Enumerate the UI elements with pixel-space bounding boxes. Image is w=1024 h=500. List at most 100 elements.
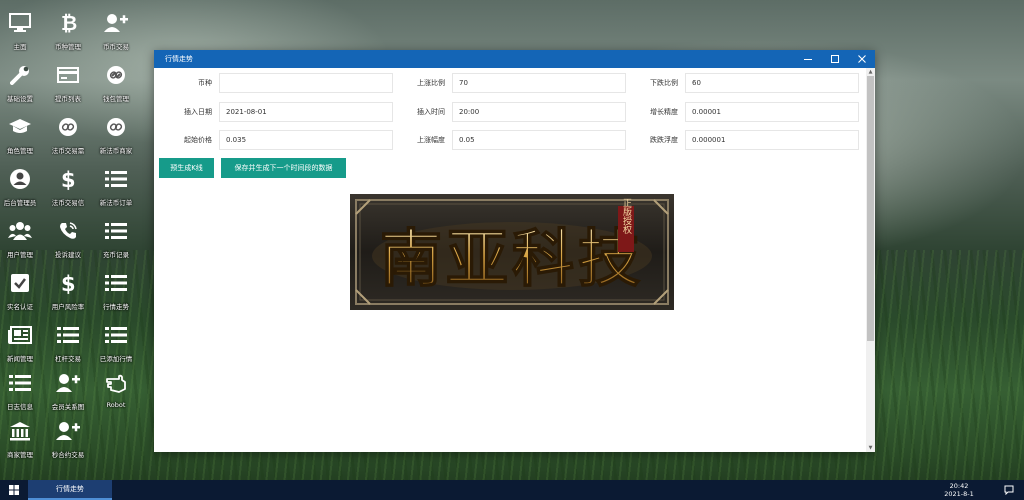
currency-input[interactable] [219,73,393,93]
currency-label: 币种 [198,79,212,87]
user-plus-icon [55,418,81,444]
close-button[interactable] [848,50,875,68]
desktop-icon-grid: 主面 ₿ 币种管理 币币交易 基础设置 提币列表 钱包管理 角色管理 法币交易需… [0,4,150,474]
check-square-icon [7,270,33,296]
rise-ratio-input[interactable] [452,73,626,93]
window-content: 币种 上涨比例 下跌比例 插入日期 插入时间 增长精度 起始价格 上涨幅度 跌跌… [154,68,866,452]
desktop-icon-leverage-trading[interactable]: 杠杆交易 [44,320,92,372]
banner-seal: 正版授权 [621,198,632,235]
rise-ratio-label: 上涨比例 [417,79,445,87]
insert-date-input[interactable] [219,102,393,122]
desktop-icon-market-trend[interactable]: 行情走势 [92,268,140,320]
link-icon [103,62,129,88]
user-plus-icon [103,10,129,36]
growth-precision-label: 增长精度 [650,108,678,116]
desktop-icon-fiat-demand[interactable]: 法币交易需 [44,112,92,164]
desktop-icon-user-risk[interactable]: $ 用户风险率 [44,268,92,320]
scroll-up-icon[interactable]: ▲ [866,68,875,76]
user-circle-icon [7,166,33,192]
users-icon [7,218,33,244]
svg-text:$: $ [61,272,76,294]
desktop-icon-deposit-records[interactable]: 充币记录 [92,216,140,268]
desktop-icon-withdraw-list[interactable]: 提币列表 [44,60,92,112]
desktop-icon-admin[interactable]: 后台管理员 [0,164,44,216]
taskbar-clock[interactable]: 20:42 2021-8-1 [934,482,984,498]
desktop-icon-new-fiat-merchant[interactable]: 新法币商家 [92,112,140,164]
list-icon [103,270,129,296]
scroll-down-icon[interactable]: ▼ [866,444,875,452]
desktop-icon-fiat-info[interactable]: $ 法币交易信 [44,164,92,216]
nanya-tech-banner: 南亚科技 正版授权 [350,194,674,310]
fall-ratio-label: 下跌比例 [650,79,678,87]
rise-amplitude-label: 上涨幅度 [417,136,445,144]
desktop-icon-added-markets[interactable]: 已添加行情 [92,320,140,372]
banner-title: 南亚科技 [380,222,644,295]
bitcoin-icon: ₿ [55,10,81,36]
scrollbar-thumb[interactable] [867,76,874,341]
link-icon [103,114,129,140]
insert-date-label: 插入日期 [184,108,212,116]
desktop-icon-real-name-auth[interactable]: 实名认证 [0,268,44,320]
monitor-icon [7,10,33,36]
desktop-icon-second-contract[interactable]: 秒合约交易 [44,416,92,468]
dollar-icon: $ [55,270,81,296]
desktop-icon-basic-settings[interactable]: 基础设置 [0,60,44,112]
window-titlebar[interactable]: 行情走势 [154,50,875,68]
desktop-icon-logs[interactable]: 日志信息 [0,368,44,420]
minimize-button[interactable] [794,50,821,68]
bank-icon [7,418,33,444]
notification-icon [1004,485,1014,495]
user-plus-icon [55,370,81,396]
link-icon [55,114,81,140]
list-icon [7,370,33,396]
desktop-icon-robot[interactable]: Robot [92,368,140,420]
minimize-icon [803,59,812,60]
list-icon [103,322,129,348]
window-title: 行情走势 [165,55,193,63]
desktop-icon-user-management[interactable]: 用户管理 [0,216,44,268]
notification-button[interactable] [1002,484,1016,496]
newspaper-icon [7,322,33,348]
close-icon [857,55,866,63]
wrench-icon [7,62,33,88]
taskbar: 行情走势 20:42 2021-8-1 [0,480,1024,500]
vertical-scrollbar[interactable]: ▲ ▼ [866,68,875,452]
fall-float-input[interactable] [685,130,859,150]
desktop-icon-news[interactable]: 新闻管理 [0,320,44,372]
maximize-icon [830,55,839,63]
dollar-icon: $ [55,166,81,192]
insert-time-input[interactable] [452,102,626,122]
graduation-cap-icon [7,114,33,140]
start-button[interactable] [0,480,28,500]
card-icon [55,62,81,88]
growth-precision-input[interactable] [685,102,859,122]
windows-icon [9,485,19,495]
pregen-kline-button[interactable]: 预生成K线 [159,158,214,178]
window-controls [794,50,875,68]
list-icon [103,166,129,192]
maximize-button[interactable] [821,50,848,68]
start-price-label: 起始价格 [184,136,212,144]
list-icon [103,218,129,244]
desktop-icon-member-relations[interactable]: 会员关系图 [44,368,92,420]
taskbar-item-market-trend[interactable]: 行情走势 [28,480,112,500]
desktop-icon-new-fiat-order[interactable]: 新法币订单 [92,164,140,216]
hand-icon [103,370,129,396]
desktop-icon-wallet-management[interactable]: 钱包管理 [92,60,140,112]
save-and-generate-button[interactable]: 保存并生成下一个时间段的数据 [221,158,346,178]
fall-ratio-input[interactable] [685,73,859,93]
clock-date: 2021-8-1 [944,490,974,498]
desktop-icon-currency-management[interactable]: ₿ 币种管理 [44,8,92,60]
desktop-icon-home[interactable]: 主面 [0,8,44,60]
insert-time-label: 插入时间 [417,108,445,116]
list-icon [55,322,81,348]
desktop-icon-complaints[interactable]: 投诉建议 [44,216,92,268]
fall-float-label: 跌跌浮度 [650,136,678,144]
desktop-icon-role-management[interactable]: 角色管理 [0,112,44,164]
svg-text:₿: ₿ [61,12,77,34]
clock-time: 20:42 [949,482,969,490]
desktop-icon-merchant-management[interactable]: 商家管理 [0,416,44,468]
start-price-input[interactable] [219,130,393,150]
desktop-icon-coin-trading[interactable]: 币币交易 [92,8,140,60]
rise-amplitude-input[interactable] [452,130,626,150]
